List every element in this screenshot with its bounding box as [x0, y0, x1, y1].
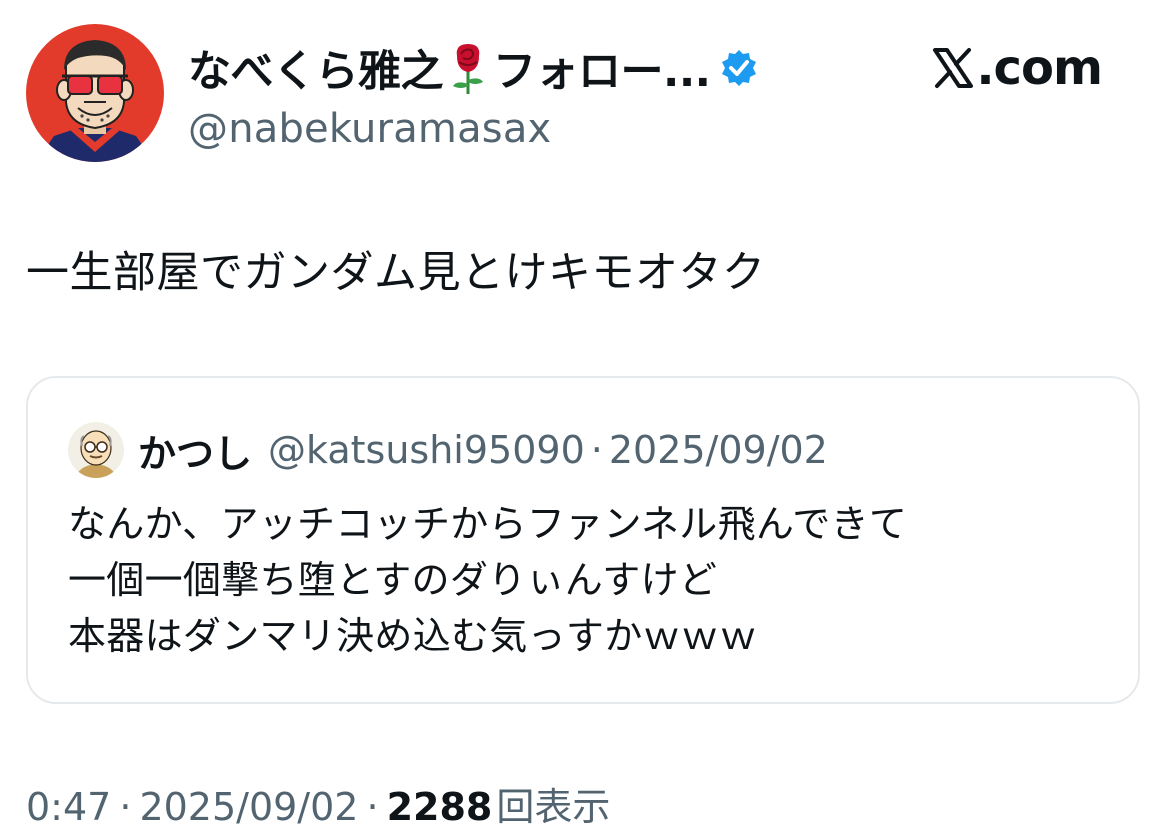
- post-time[interactable]: 0:47: [26, 785, 111, 829]
- quote-body: なんか、アッチコッチからファンネル飛んできて 一個一個撃ち堕とすのダりぃんすけど…: [68, 496, 1108, 664]
- author-display-name[interactable]: なべくら雅之: [188, 37, 444, 99]
- x-brand: .com: [932, 38, 1103, 98]
- quote-text-line: なんか、アッチコッチからファンネル飛んできて: [68, 502, 908, 546]
- quote-header: かつし @katsushi95090 · 2025/09/02: [68, 420, 828, 480]
- post-date[interactable]: 2025/09/02: [139, 785, 358, 829]
- author-info: なべくら雅之 フォロー... @nabekuramasax: [188, 38, 828, 152]
- post-meta: 0:47 · 2025/09/02 · 2288 回表示: [26, 776, 610, 831]
- cartoon-man-sunglasses-avatar-icon: [26, 24, 164, 162]
- quote-author-name[interactable]: かつし: [138, 423, 252, 478]
- x-logo-icon: [933, 48, 974, 88]
- quote-author-handle[interactable]: @katsushi95090: [268, 428, 585, 472]
- bald-old-man-avatar-icon: [68, 422, 124, 478]
- post-text: 一生部屋でガンダム見とけキモオタク: [26, 248, 766, 298]
- quote-text-line: 一個一個撃ち堕とすのダりぃんすけど: [68, 558, 718, 602]
- rose-emoji-icon: [453, 44, 483, 94]
- quote-date[interactable]: 2025/09/02: [609, 428, 828, 472]
- quote-text-line: 本器はダンマリ決め込む気っすかｗｗｗ: [68, 614, 758, 658]
- author-handle[interactable]: @nabekuramasax: [188, 106, 828, 152]
- quote-separator: ·: [590, 428, 603, 472]
- post-header: なべくら雅之 フォロー... @nabekuramasax .com: [26, 24, 1146, 164]
- meta-separator: ·: [119, 785, 132, 829]
- follow-truncated-label[interactable]: フォロー...: [493, 37, 711, 99]
- author-name-row[interactable]: なべくら雅之 フォロー...: [188, 38, 828, 98]
- author-avatar[interactable]: [26, 24, 164, 162]
- views-count: 2288: [386, 785, 493, 829]
- meta-separator: ·: [366, 785, 379, 829]
- verified-badge-icon: [721, 50, 756, 86]
- views-label: 回表示: [496, 785, 611, 829]
- quote-author-avatar[interactable]: [68, 422, 124, 478]
- x-domain-text: .com: [976, 40, 1103, 96]
- quoted-post-card[interactable]: かつし @katsushi95090 · 2025/09/02 なんか、アッチコ…: [26, 376, 1140, 704]
